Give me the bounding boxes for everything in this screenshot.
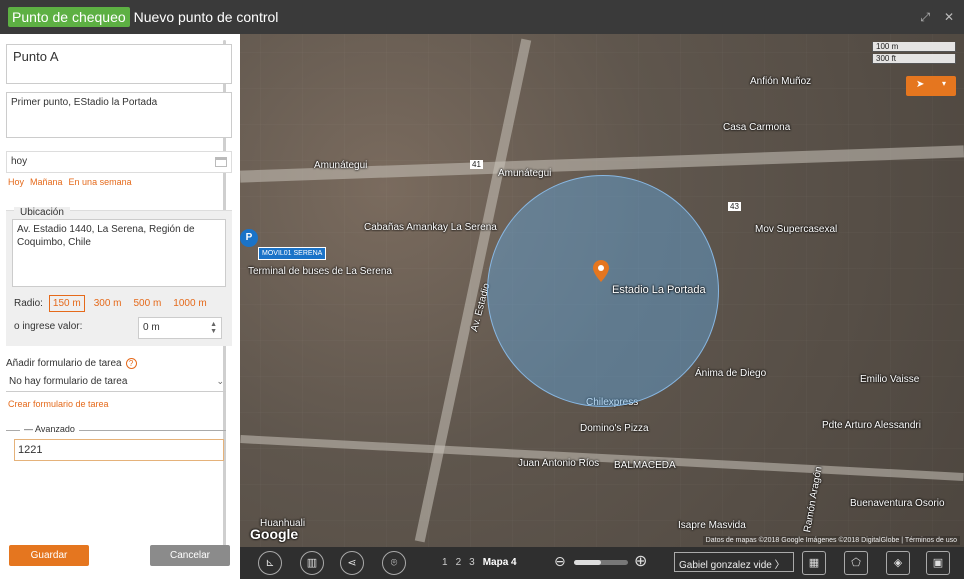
description-field[interactable]: Primer punto, EStadio la Portada [6,92,232,138]
scale-feet: 300 ft [872,54,956,64]
navigation-arrow-icon: ➤ [916,79,925,90]
address-field[interactable]: Av. Estadio 1440, La Serena, Región de C… [12,219,226,287]
name-field[interactable]: Punto A [6,44,232,84]
expand-icon[interactable]: ⤢ [920,10,930,25]
map-label-emilio: Emilio Vaisse [860,374,920,385]
map-label-amunategui-right: Amunátegui [498,168,552,179]
layers-icon[interactable]: ◈ [886,551,910,575]
map-label-pdte: Pdte Arturo Alessandri [822,420,921,431]
map-route-41: 41 [470,160,483,169]
map-label-amunategui-left: Amunátegui [314,160,368,171]
radius-option-300[interactable]: 300 m [91,296,125,311]
map-attribution: Datos de mapas ©2018 Google Imágenes ©20… [702,536,960,545]
advanced-input[interactable]: 1221 [14,439,224,461]
task-form-label: Añadir formulario de tarea [6,358,122,369]
map-route-43: 43 [728,202,741,211]
task-form-select-value: No hay formulario de tarea [9,376,128,387]
traffic-icon[interactable]: ▥ [300,551,324,575]
quick-date-links: Hoy Mañana En una semana [8,177,132,187]
map-view[interactable]: Amunátegui Amunátegui Casa Carmona Anfió… [240,34,964,547]
scale-meters: 100 m [872,42,956,52]
map-label-terminal: Terminal de buses de La Serena [248,266,392,277]
pin-icon[interactable]: ⌾ [382,551,406,575]
zoom-out-icon[interactable]: ⊖ [554,553,566,570]
radius-option-1000[interactable]: 1000 m [170,296,209,311]
vehicle-tag[interactable]: MOVIL01 SERENA [258,247,327,260]
map-label-ramon-aragon: Ramón Aragón [802,465,825,534]
chevron-down-icon: ⌄ [216,376,224,386]
map-label-anima: Ánima de Diego [695,368,767,379]
create-form-link[interactable]: Crear formulario de tarea [8,399,109,409]
page-3[interactable]: 3 [469,557,475,568]
advanced-section: — Avanzado 1221 [6,424,226,466]
stepper-icon[interactable]: ▲ ▼ [210,321,217,335]
minimap-icon[interactable]: ▣ [926,551,950,575]
location-section: Ubicación Av. Estadio 1440, La Serena, R… [6,207,232,346]
map-label-buenaventura: Buenaventura Osorio [850,498,945,509]
calendar-icon[interactable] [215,157,227,167]
location-legend: Ubicación [14,207,70,218]
map-label-cabanas: Cabañas Amankay La Serena [364,222,497,233]
quick-date-today[interactable]: Hoy [8,177,24,187]
custom-radius-input[interactable]: 0 m ▲ ▼ [138,317,222,339]
map-label-casa-carmona: Casa Carmona [723,122,791,133]
share-icon[interactable]: ⋖ [340,551,364,575]
zoom-in-icon[interactable]: ⊕ [634,551,647,571]
cancel-button[interactable]: Cancelar [150,545,230,566]
radius-option-500[interactable]: 500 m [131,296,165,311]
parking-icon: P [240,229,258,247]
advanced-legend[interactable]: — Avanzado [20,424,79,434]
layer-photo-icon[interactable]: ▦ [802,551,826,575]
road-south [240,435,964,481]
quick-date-tomorrow[interactable]: Mañana [30,177,63,187]
radius-label: Radio: [14,298,43,309]
custom-radius-label: o ingrese valor: [14,321,83,332]
ruler-icon[interactable]: ⊾ [258,551,282,575]
map-label-estadio: Estadio La Portada [612,284,706,296]
dropdown-arrow-icon[interactable]: ▾ [942,79,946,88]
quick-date-week[interactable]: En una semana [69,177,132,187]
page-2[interactable]: 2 [456,557,462,568]
description-text: Primer punto, EStadio la Portada [11,97,158,108]
advanced-value: 1221 [18,444,43,456]
chevron-right-icon: 〉 [774,560,785,571]
task-form-label-row: Añadir formulario de tarea ? [6,358,137,369]
help-icon[interactable]: ? [125,358,137,369]
map-label-anfion: Anfión Muñoz [750,76,812,87]
zoom-slider-fill [574,560,601,565]
polygon-icon[interactable]: ⬠ [844,551,868,575]
form-panel: Punto A Primer punto, EStadio la Portada… [0,34,240,579]
title-bar: Punto de chequeo Nuevo punto de control … [0,0,964,34]
map-label-juan-rios: Juan Antonio Ríos [518,458,600,469]
locate-button[interactable]: ➤ ▾ [906,76,956,96]
location-pin-icon[interactable] [593,260,609,282]
page-1[interactable]: 1 [442,557,448,568]
google-logo: Google [250,526,299,542]
user-name: Gabiel gonzalez vide [679,560,772,571]
map-toolbar: ⊾ ▥ ⋖ ⌾ 1 2 3 Mapa 4 ⊖ ⊕ Gabiel gonzalez… [240,547,964,579]
radius-option-150[interactable]: 150 m [48,295,85,312]
custom-radius-value: 0 m [143,322,160,333]
map-label-isapre: Isapre Masvida [678,520,746,531]
radius-row: Radio: 150 m 300 m 500 m 1000 m [14,295,210,312]
date-value: hoy [11,156,28,167]
type-badge: Punto de chequeo [8,7,130,27]
dialog-title: Nuevo punto de control [133,9,279,25]
map-label-super: Mov Supercasexal [755,224,838,235]
save-button[interactable]: Guardar [9,545,89,566]
close-icon[interactable]: ✕ [944,10,954,25]
task-form-select[interactable]: No hay formulario de tarea ⌄ [6,374,226,392]
map-label-dominos: Domino's Pizza [580,423,649,434]
address-text: Av. Estadio 1440, La Serena, Región de C… [17,224,195,248]
page-current[interactable]: Mapa 4 [483,557,517,568]
zoom-slider[interactable] [574,560,628,565]
date-field[interactable]: hoy [6,151,232,173]
window-controls: ⤢ ✕ [920,10,954,25]
map-scale: 100 m 300 ft [872,42,956,66]
user-selector[interactable]: Gabiel gonzalez vide 〉 [674,552,794,572]
advanced-legend-text: Avanzado [35,424,75,434]
map-label-balmaceda: BALMACEDA [614,460,676,471]
map-pages: 1 2 3 Mapa 4 [442,557,517,568]
